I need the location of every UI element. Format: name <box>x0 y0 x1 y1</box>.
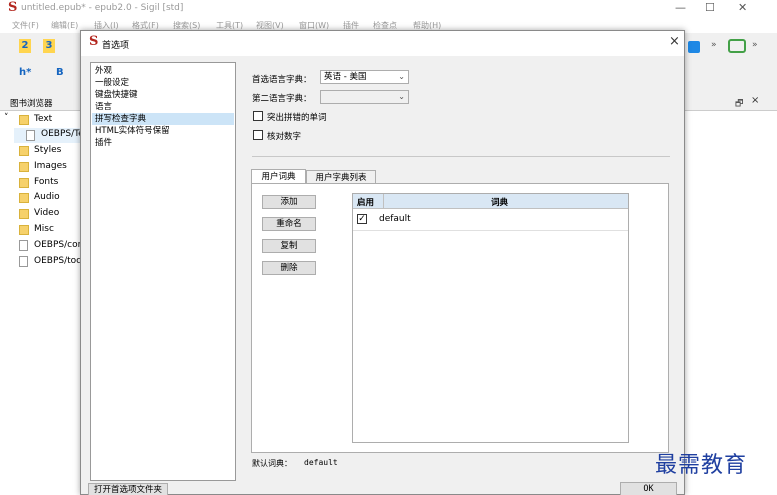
close-panel-icon[interactable]: × <box>751 95 759 106</box>
folder-icon <box>19 193 29 203</box>
default-dictionary-value: default <box>304 458 338 467</box>
watermark: 最需教育 <box>655 453 748 478</box>
chevron-down-icon[interactable]: ˅ <box>4 113 9 123</box>
maximize-icon[interactable]: ☐ <box>705 1 715 14</box>
table-row[interactable]: ✓ default <box>353 209 628 231</box>
plugin-icon[interactable] <box>688 41 700 53</box>
column-divider <box>383 194 384 208</box>
column-header-dictionary[interactable]: 词典 <box>491 196 508 208</box>
folder-icon <box>19 225 29 235</box>
tab-user-dictionaries[interactable]: 用户词典 <box>251 169 306 184</box>
file-icon <box>19 256 28 267</box>
folder-icon <box>19 209 29 219</box>
tree-item-label: Audio <box>34 192 60 202</box>
bold-icon[interactable]: B <box>56 67 64 78</box>
primary-dictionary-value: 英语 - 美国 <box>324 72 367 82</box>
folder-icon <box>19 115 29 125</box>
category-plugins[interactable]: 插件 <box>92 137 234 149</box>
category-list: 外观 一般设定 键盘快捷键 语言 拼写检查字典 HTML实体符号保留 插件 <box>90 62 236 481</box>
overflow-chevron-icon[interactable]: » <box>752 40 758 50</box>
secondary-dictionary-label: 第二语言字典： <box>252 94 312 104</box>
tree-item-label: OEBPS/con <box>34 240 84 250</box>
tree-item-video[interactable]: Video <box>0 207 84 222</box>
close-icon[interactable]: ✕ <box>738 1 747 14</box>
tree-item-styles[interactable]: Styles <box>0 144 84 159</box>
dialog-title: 首选项 <box>102 41 130 51</box>
tree-item-fonts[interactable]: Fonts <box>0 176 84 191</box>
divider <box>252 156 670 157</box>
column-header-enabled[interactable]: 启用 <box>357 196 374 208</box>
highlight-misspelled-checkbox[interactable] <box>253 111 263 121</box>
highlight-misspelled-label: 突出拼错的单词 <box>267 113 327 123</box>
open-preferences-folder-button[interactable]: 打开首选项文件夹 <box>88 483 168 495</box>
check-numbers-checkbox[interactable] <box>253 130 263 140</box>
file-icon <box>26 130 35 141</box>
dictionary-name: default <box>379 214 411 224</box>
tree-item-toc-ncx[interactable]: OEBPS/toc <box>0 255 84 270</box>
category-spellcheck-dictionaries[interactable]: 拼写检查字典 <box>92 113 234 125</box>
dialog-title-bar: S 首选项 × <box>81 31 684 56</box>
tree-item-content-opf[interactable]: OEBPS/con <box>0 239 84 254</box>
heading-icon[interactable]: h* <box>19 67 31 78</box>
ok-button[interactable]: OK <box>620 482 677 495</box>
chapter-2-icon[interactable]: 2 <box>19 39 31 53</box>
tree-item-images[interactable]: Images <box>0 160 84 175</box>
sigil-logo-icon: S <box>8 0 18 15</box>
dialog-close-icon[interactable]: × <box>669 34 680 49</box>
secondary-dictionary-select[interactable]: ⌄ <box>320 90 409 104</box>
tree-item-audio[interactable]: Audio <box>0 191 84 206</box>
category-general[interactable]: 一般设定 <box>92 77 234 89</box>
category-keyboard-shortcuts[interactable]: 键盘快捷键 <box>92 89 234 101</box>
copy-button[interactable]: 复制 <box>262 239 316 253</box>
tree-item-label: OEBPS/toc <box>34 256 82 266</box>
right-dock-header: 🗗 × <box>685 93 777 111</box>
tree-item-label: Styles <box>34 145 62 155</box>
primary-dictionary-select[interactable]: 英语 - 美国 ⌄ <box>320 70 409 84</box>
preferences-dialog: S 首选项 × 外观 一般设定 键盘快捷键 语言 拼写检查字典 HTML实体符号… <box>80 30 685 495</box>
category-html-entities[interactable]: HTML实体符号保留 <box>92 125 234 137</box>
tree-item-text[interactable]: ˅ Text <box>0 113 84 128</box>
right-dock-panel: 🗗 × <box>685 93 777 495</box>
default-dictionary-label: 默认词典： <box>252 459 292 468</box>
menu-file[interactable]: 文件(F) <box>12 20 39 31</box>
minimize-icon[interactable]: — <box>675 1 686 14</box>
file-icon <box>19 240 28 251</box>
tree-item-label: Video <box>34 208 60 218</box>
chevron-down-icon: ⌄ <box>398 72 405 81</box>
menu-edit[interactable]: 编辑(E) <box>51 20 78 31</box>
enabled-checkbox[interactable]: ✓ <box>357 214 367 224</box>
table-header: 启用 词典 <box>353 194 628 209</box>
folder-icon <box>19 162 29 172</box>
tree-item-label: Fonts <box>34 177 59 187</box>
book-browser-header: 图书浏览器 <box>0 93 84 111</box>
folder-icon <box>19 146 29 156</box>
folder-icon <box>19 178 29 188</box>
book-browser-title: 图书浏览器 <box>10 99 53 109</box>
float-panel-icon[interactable]: 🗗 <box>735 96 743 112</box>
tree-item-label: OEBPS/Te <box>41 129 84 139</box>
puzzle-icon[interactable] <box>728 39 746 53</box>
tree-item-label: Text <box>34 114 53 124</box>
category-language[interactable]: 语言 <box>92 101 234 113</box>
check-numbers-label: 核对数字 <box>267 132 302 142</box>
tree-item-misc[interactable]: Misc <box>0 223 84 238</box>
user-dictionaries-panel: 添加 重命名 复制 删除 启用 词典 ✓ default <box>251 183 669 453</box>
tree-item-section-file[interactable]: OEBPS/Te <box>14 128 84 143</box>
add-button[interactable]: 添加 <box>262 195 316 209</box>
primary-dictionary-label: 首选语言字典： <box>252 75 312 85</box>
tree-item-label: Misc <box>34 224 54 234</box>
category-appearance[interactable]: 外观 <box>92 65 234 77</box>
chapter-3-icon[interactable]: 3 <box>43 39 55 53</box>
rename-button[interactable]: 重命名 <box>262 217 316 231</box>
window-title: untitled.epub* - epub2.0 - Sigil [std] <box>21 3 184 13</box>
main-title-bar: S untitled.epub* - epub2.0 - Sigil [std]… <box>0 0 777 17</box>
delete-button[interactable]: 删除 <box>262 261 316 275</box>
dictionary-table: 启用 词典 ✓ default <box>352 193 629 443</box>
sigil-logo-icon: S <box>89 34 99 49</box>
overflow-chevron-icon[interactable]: » <box>711 40 717 50</box>
chevron-down-icon: ⌄ <box>398 92 405 101</box>
tree-item-label: Images <box>34 161 67 171</box>
